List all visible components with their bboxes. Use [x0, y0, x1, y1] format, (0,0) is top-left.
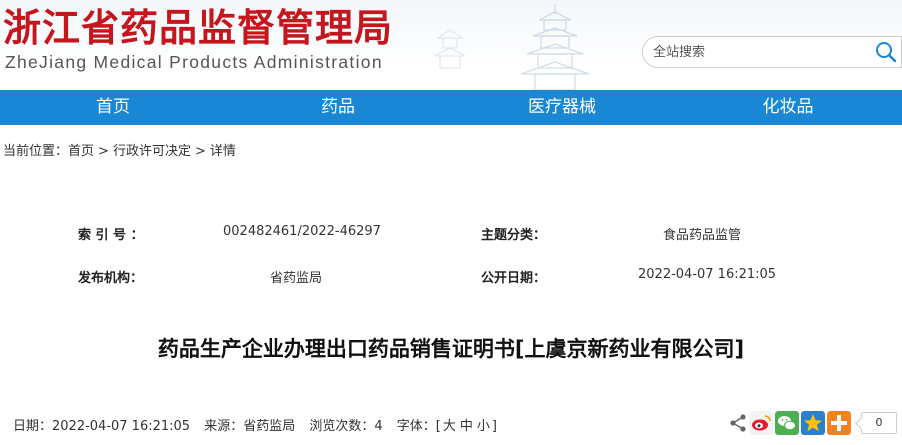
publisher-label: 发布机构： [78, 271, 144, 286]
nav-item-home[interactable]: 首页 [68, 90, 158, 125]
weibo-icon[interactable] [749, 411, 773, 435]
wechat-icon[interactable] [775, 411, 799, 435]
article-views: 浏览次数：4 [309, 419, 383, 434]
breadcrumb-separator: > [194, 144, 206, 159]
nav-item-drugs[interactable]: 药品 [293, 90, 383, 125]
search-icon[interactable] [875, 41, 897, 63]
topic-category-label: 主题分类： [481, 228, 547, 243]
article-source: 来源：省药监局 [204, 419, 296, 434]
share-bar [726, 411, 856, 435]
font-small-button[interactable]: 小 [477, 419, 490, 434]
index-number-label: 索 引 号 ： [78, 228, 144, 243]
share-count-badge: 0 [861, 412, 897, 434]
article-date: 日期：2022-04-07 16:21:05 [13, 419, 191, 434]
small-pagoda-watermark-icon [434, 29, 466, 69]
index-number-value: 002482461/2022-46297 [223, 224, 381, 239]
article-info-bar: 日期：2022-04-07 16:21:05 来源：省药监局 浏览次数：4 字体… [13, 415, 507, 434]
font-large-button[interactable]: 大 [443, 419, 456, 434]
breadcrumb: 当前位置：首页 > 行政许可决定 > 详情 [3, 140, 236, 159]
font-size-label: 字体：[ [396, 419, 441, 434]
breadcrumb-home-link[interactable]: 首页 [68, 144, 94, 159]
publish-date-value: 2022-04-07 16:21:05 [638, 267, 777, 282]
pagoda-watermark-icon [520, 4, 590, 90]
site-title: 浙江省药品监督管理局 [3, 5, 394, 50]
nav-item-medical-devices[interactable]: 医疗器械 [507, 90, 617, 125]
breadcrumb-separator: > [98, 144, 109, 159]
site-header: 浙江省药品监督管理局 ZheJiang Medical Products Adm… [0, 0, 902, 90]
site-subtitle: ZheJiang Medical Products Administration [5, 52, 383, 72]
topic-category-value: 食品药品监管 [663, 228, 742, 243]
publisher-value: 省药监局 [270, 271, 323, 286]
search-input[interactable] [653, 42, 863, 62]
search-box [642, 36, 902, 68]
more-plus-icon[interactable] [827, 411, 851, 435]
font-medium-button[interactable]: 中 [460, 419, 473, 434]
share-icon[interactable] [726, 411, 750, 435]
main-nav: 首页 药品 医疗器械 化妆品 [0, 90, 902, 125]
breadcrumb-current: 详情 [209, 144, 236, 159]
font-size-control: 字体：[大中小] [397, 419, 497, 434]
qzone-icon[interactable] [801, 411, 825, 435]
article-title: 药品生产企业办理出口药品销售证明书[上虞京新药业有限公司] [157, 337, 745, 361]
breadcrumb-prefix: 当前位置： [3, 144, 69, 159]
font-size-close: ] [491, 419, 497, 434]
breadcrumb-admin-permit-link[interactable]: 行政许可决定 [113, 144, 191, 159]
publish-date-label: 公开日期： [481, 271, 547, 286]
nav-item-cosmetics[interactable]: 化妆品 [743, 90, 833, 125]
